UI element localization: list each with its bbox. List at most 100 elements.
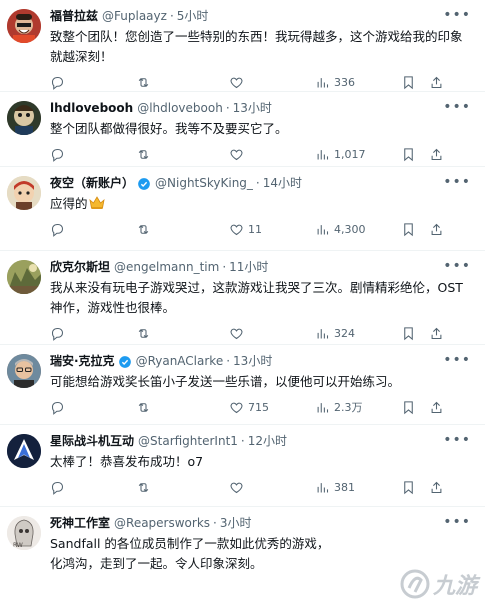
share-button[interactable] [429, 147, 444, 162]
bookmark-icon [404, 480, 413, 494]
verified-badge-icon [138, 177, 150, 190]
share-icon [431, 327, 442, 339]
retweet-button[interactable] [136, 480, 229, 495]
tweet[interactable]: 夜空（新账户） @NightSkyKing_ · 14小时 ••• 应得的 11… [0, 167, 485, 251]
analytics-icon [317, 149, 329, 159]
action-bar: 1,017 [50, 145, 473, 163]
bookmark-button[interactable] [401, 480, 429, 495]
share-button[interactable] [429, 480, 444, 495]
views-button[interactable]: 336 [315, 75, 401, 90]
analytics-icon [317, 402, 329, 412]
reply-icon [51, 223, 64, 237]
like-button[interactable]: 715 [229, 400, 315, 415]
timestamp[interactable]: 12小时 [248, 433, 287, 450]
reply-button[interactable] [50, 326, 136, 341]
like-button[interactable]: 11 [229, 222, 315, 237]
share-button[interactable] [429, 400, 444, 415]
reply-button[interactable] [50, 147, 136, 162]
handle[interactable]: @Reapersworks [114, 515, 210, 532]
avatar[interactable] [7, 101, 41, 135]
bookmark-button[interactable] [401, 222, 429, 237]
display-name[interactable]: 瑞安·克拉克 [50, 353, 115, 370]
bookmark-button[interactable] [401, 75, 429, 90]
share-button[interactable] [429, 222, 444, 237]
retweet-icon [138, 328, 149, 338]
avatar[interactable] [7, 176, 41, 210]
tweet-text: 可能想给游戏奖长笛小子发送一些乐谱，以便他可以开始练习。 [50, 374, 401, 389]
tweet[interactable]: 星际战斗机互动 @StarfighterInt1 · 12小时 ••• 太棒了！… [0, 425, 485, 507]
timestamp[interactable]: 5小时 [177, 8, 209, 25]
avatar[interactable]: RW [7, 516, 41, 550]
like-button[interactable] [229, 326, 315, 341]
timestamp[interactable]: 11小时 [229, 259, 268, 276]
share-button[interactable] [429, 326, 444, 341]
separator-dot: · [225, 101, 230, 115]
views-button[interactable]: 324 [315, 326, 401, 341]
share-icon [431, 481, 442, 493]
more-icon[interactable]: ••• [443, 174, 471, 190]
like-button[interactable] [229, 480, 315, 495]
tweet[interactable]: 福普拉兹 @Fuplaayz · 5小时 ••• 致整个团队！您创造了一些特别的… [0, 0, 485, 92]
handle[interactable]: @engelmann_tim [114, 259, 219, 276]
handle[interactable]: @lhdlovebooh [137, 100, 223, 117]
display-name[interactable]: 死神工作室 [50, 515, 110, 532]
more-icon[interactable]: ••• [443, 99, 471, 115]
handle[interactable]: @Fuplaayz [102, 8, 167, 25]
timestamp[interactable]: 14小时 [263, 175, 302, 192]
views-button[interactable]: 4,300 [315, 222, 401, 237]
watermark: 九游 [399, 568, 477, 600]
jiuyou-logo-icon [400, 569, 430, 599]
display-name[interactable]: lhdlovebooh [50, 100, 133, 117]
more-icon[interactable]: ••• [443, 258, 471, 274]
display-name[interactable]: 福普拉兹 [50, 8, 98, 25]
views-button[interactable]: 2.3万 [315, 399, 401, 415]
retweet-button[interactable] [136, 400, 229, 415]
like-button[interactable] [229, 75, 315, 90]
action-bar: 11 4,300 [50, 220, 473, 238]
handle[interactable]: @RyanAClarke [136, 353, 224, 370]
retweet-button[interactable] [136, 222, 229, 237]
tweet[interactable]: 瑞安·克拉克 @RyanAClarke · 13小时 ••• 可能想给游戏奖长笛… [0, 345, 485, 425]
tweet[interactable]: 欣克尔斯坦 @engelmann_tim · 11小时 ••• 我从来没有玩电子… [0, 251, 485, 345]
handle[interactable]: @StarfighterInt1 [138, 433, 238, 450]
verified-badge-icon [118, 355, 131, 368]
bookmark-button[interactable] [401, 147, 429, 162]
more-icon[interactable]: ••• [443, 7, 471, 23]
bookmark-icon [404, 326, 413, 340]
display-name[interactable]: 星际战斗机互动 [50, 433, 134, 450]
more-icon[interactable]: ••• [443, 514, 471, 530]
bookmark-button[interactable] [401, 326, 429, 341]
heart-icon [230, 328, 243, 339]
separator-dot: · [226, 354, 231, 368]
timestamp[interactable]: 13小时 [233, 353, 272, 370]
more-icon[interactable]: ••• [443, 432, 471, 448]
more-icon[interactable]: ••• [443, 352, 471, 368]
retweet-button[interactable] [136, 75, 229, 90]
tweet[interactable]: lhdlovebooh @lhdlovebooh · 13小时 ••• 整个团队… [0, 92, 485, 167]
avatar[interactable] [7, 434, 41, 468]
handle[interactable]: @NightSkyKing_ [155, 175, 253, 192]
display-name[interactable]: 夜空（新账户） [50, 175, 134, 192]
timestamp[interactable]: 3小时 [220, 515, 252, 532]
avatar[interactable] [7, 9, 41, 43]
timestamp[interactable]: 13小时 [233, 100, 272, 117]
reply-button[interactable] [50, 222, 136, 237]
avatar[interactable] [7, 354, 41, 388]
avatar[interactable] [7, 260, 41, 294]
bookmark-button[interactable] [401, 400, 429, 415]
reply-button[interactable] [50, 400, 136, 415]
separator-dot: · [240, 434, 245, 448]
retweet-button[interactable] [136, 147, 229, 162]
reply-button[interactable] [50, 75, 136, 90]
views-button[interactable]: 381 [315, 480, 401, 495]
retweet-icon [138, 77, 149, 87]
like-button[interactable] [229, 147, 315, 162]
retweet-button[interactable] [136, 326, 229, 341]
views-button[interactable]: 1,017 [315, 147, 401, 162]
reply-icon [51, 401, 64, 415]
share-button[interactable] [429, 75, 444, 90]
reply-button[interactable] [50, 480, 136, 495]
tweet-text: 致整个团队！您创造了一些特别的东西！我玩得越多，这个游戏给我的印象就越深刻！ [50, 29, 463, 64]
display-name[interactable]: 欣克尔斯坦 [50, 259, 110, 276]
retweet-icon [138, 149, 149, 159]
